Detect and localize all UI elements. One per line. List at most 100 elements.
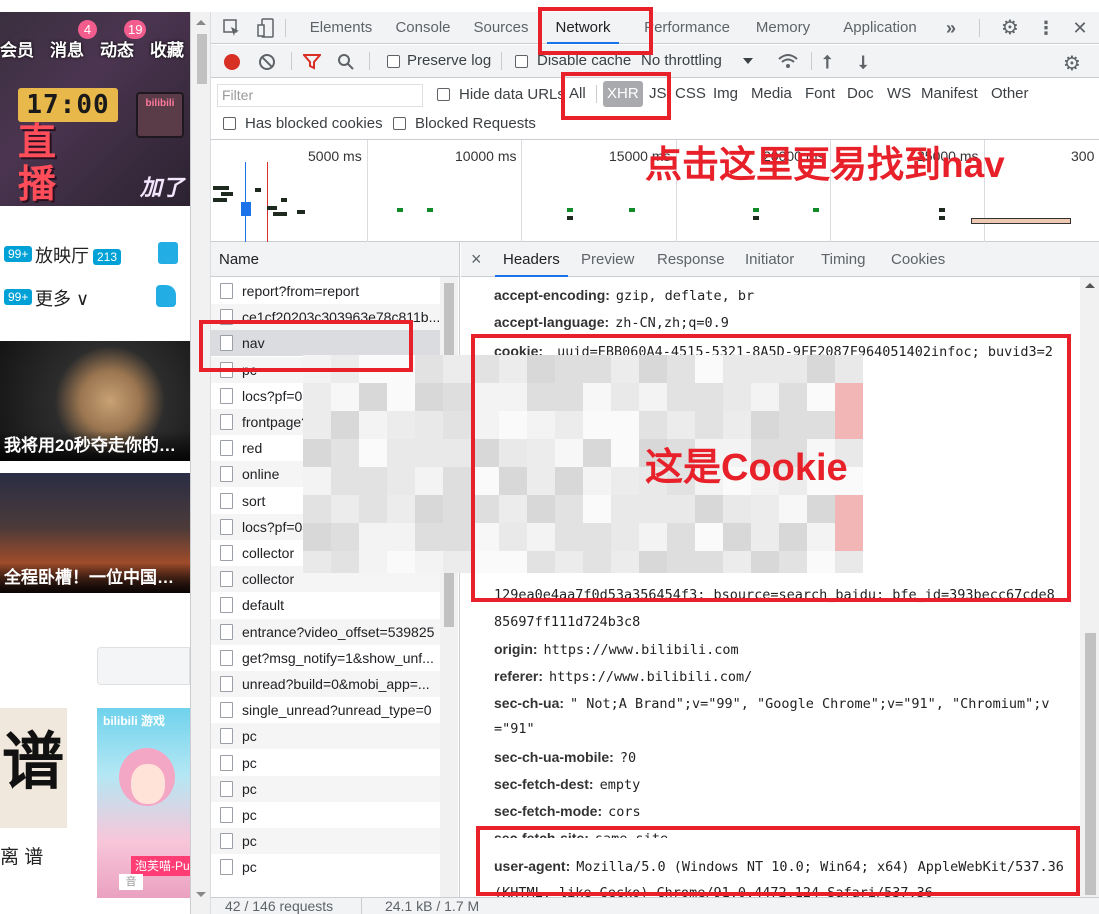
close-devtools-icon[interactable]: ✕ [1069, 18, 1091, 38]
mosaic-tile [303, 467, 331, 495]
type-filter-font[interactable]: Font [801, 81, 839, 107]
scroll-up-icon[interactable] [196, 20, 206, 25]
request-row[interactable]: default [211, 592, 440, 618]
file-icon [220, 597, 233, 614]
request-name: single_unread?unread_type=0 [242, 702, 432, 719]
chevron-down-icon[interactable] [743, 58, 753, 64]
annotation-box-nav-request [199, 320, 413, 372]
request-row[interactable]: pc [211, 854, 440, 880]
site-search-input[interactable] [97, 647, 190, 685]
page-scrollbar[interactable] [191, 12, 211, 914]
more-tabs-icon[interactable]: » [941, 12, 961, 44]
video-thumb-2[interactable]: 全程卧槽！一位中国… [0, 473, 190, 593]
headers-scrollbar[interactable] [1080, 277, 1099, 897]
blocked-requests-checkbox[interactable] [393, 117, 406, 130]
status-bar: 42 / 146 requests 24.1 kB / 1.7 M [211, 897, 1099, 914]
type-filter-other[interactable]: Other [987, 81, 1033, 107]
search-icon[interactable] [337, 53, 355, 74]
nav-favorites[interactable]: 收藏 [150, 36, 184, 61]
scroll-up-icon[interactable] [1085, 283, 1095, 288]
request-row[interactable]: pc [211, 828, 440, 855]
network-conditions-icon[interactable] [777, 53, 799, 74]
inspect-element-icon[interactable] [221, 18, 243, 38]
type-filter-img[interactable]: Img [709, 81, 742, 107]
nav-dynamics[interactable]: 动态 [100, 36, 134, 61]
type-filter-manifest[interactable]: Manifest [917, 81, 982, 107]
request-bar [267, 206, 277, 210]
clear-icon[interactable] [259, 54, 275, 70]
tab-sources[interactable]: Sources [473, 12, 529, 44]
request-row[interactable]: report?from=report [211, 278, 440, 304]
tab-cookies[interactable]: Cookies [891, 242, 945, 277]
settings-gear-icon[interactable]: ⚙ [999, 18, 1021, 38]
scroll-down-icon[interactable] [196, 892, 206, 897]
tab-memory[interactable]: Memory [751, 12, 815, 44]
mosaic-tile [359, 467, 387, 495]
request-row[interactable]: pc [211, 750, 440, 776]
request-row[interactable]: entrance?video_offset=539825 [211, 618, 440, 645]
request-bar [221, 192, 233, 196]
nav-members[interactable]: 会员 [0, 36, 34, 61]
annotation-box-xhr-filter [561, 72, 671, 120]
request-name: pc [242, 833, 257, 850]
tab-performance[interactable]: Performance [641, 12, 733, 44]
request-bar [939, 216, 945, 220]
request-row[interactable]: unread?build=0&mobi_app=... [211, 671, 440, 697]
filter-funnel-icon[interactable] [301, 54, 323, 73]
export-har-icon[interactable]: ⭣ [859, 52, 867, 73]
tab-response[interactable]: Response [657, 242, 725, 277]
kebab-menu-icon[interactable]: ⋮ [1035, 18, 1057, 38]
tab-application[interactable]: Application [835, 12, 925, 44]
type-filter-doc[interactable]: Doc [843, 81, 878, 107]
file-icon [220, 571, 233, 588]
nav-messages[interactable]: 消息 [50, 36, 84, 61]
dynamics-badge: 19 [124, 20, 147, 39]
camera-icon[interactable] [156, 285, 176, 307]
scroll-thumb[interactable] [1085, 633, 1096, 895]
request-row[interactable]: pc [211, 723, 440, 750]
name-column-header[interactable]: Name [219, 251, 259, 268]
video-thumb-1[interactable]: 我将用20秒夺走你的… [0, 341, 190, 461]
tab-preview[interactable]: Preview [581, 242, 634, 277]
load-event-marker [267, 162, 268, 242]
blocked-cookies-checkbox[interactable] [223, 117, 236, 130]
tab-console[interactable]: Console [391, 12, 455, 44]
mosaic-tile [331, 551, 359, 573]
request-name: pc [242, 859, 257, 876]
type-filter-ws[interactable]: WS [883, 81, 915, 107]
record-icon[interactable] [224, 54, 240, 70]
request-row[interactable]: single_unread?unread_type=0 [211, 697, 440, 723]
request-name: collector [242, 571, 295, 588]
import-har-icon[interactable]: ⭡ [823, 52, 831, 73]
left-bottom-thumb[interactable]: 谱 [0, 708, 67, 828]
type-filter-media[interactable]: Media [747, 81, 796, 107]
tab-elements[interactable]: Elements [303, 12, 379, 44]
file-icon [220, 414, 233, 430]
tab-initiator[interactable]: Initiator [745, 242, 794, 277]
network-settings-gear-icon[interactable]: ⚙ [1063, 51, 1081, 76]
scroll-thumb[interactable] [197, 34, 207, 84]
disable-cache-checkbox[interactable] [515, 55, 528, 68]
request-row[interactable]: get?msg_notify=1&show_unf... [211, 645, 440, 671]
request-name: online [242, 466, 280, 483]
timeline-gridline [367, 140, 368, 242]
game-thumb[interactable]: bilibili 游戏 泡芙喵-Pu 音 [97, 708, 190, 898]
request-row[interactable]: pc [211, 802, 440, 828]
request-row[interactable]: pc [211, 775, 440, 802]
banner-live-text: 直播开启 [18, 122, 57, 206]
throttling-select[interactable]: No throttling [641, 52, 722, 69]
website-viewport: bilibili 17:00 直播开启 加了 会员 消息 4 动态 19 收藏 … [0, 0, 190, 914]
mosaic-tile [443, 523, 471, 551]
tab-headers[interactable]: Headers [495, 242, 568, 277]
header-sec-ch-ua: sec-ch-ua: " Not;A Brand";v="99", "Google… [494, 695, 1050, 712]
request-bar [397, 208, 403, 212]
type-filter-css[interactable]: CSS [671, 81, 710, 107]
device-toolbar-icon[interactable] [255, 18, 277, 38]
preserve-log-checkbox[interactable] [387, 55, 400, 68]
tab-timing[interactable]: Timing [821, 242, 865, 277]
transfer-size: 24.1 kB / 1.7 M [385, 898, 480, 914]
close-details-icon[interactable]: × [471, 242, 482, 277]
filter-input[interactable]: Filter [217, 84, 423, 107]
hide-data-urls-checkbox[interactable] [437, 88, 450, 101]
doc-icon[interactable] [158, 242, 178, 264]
